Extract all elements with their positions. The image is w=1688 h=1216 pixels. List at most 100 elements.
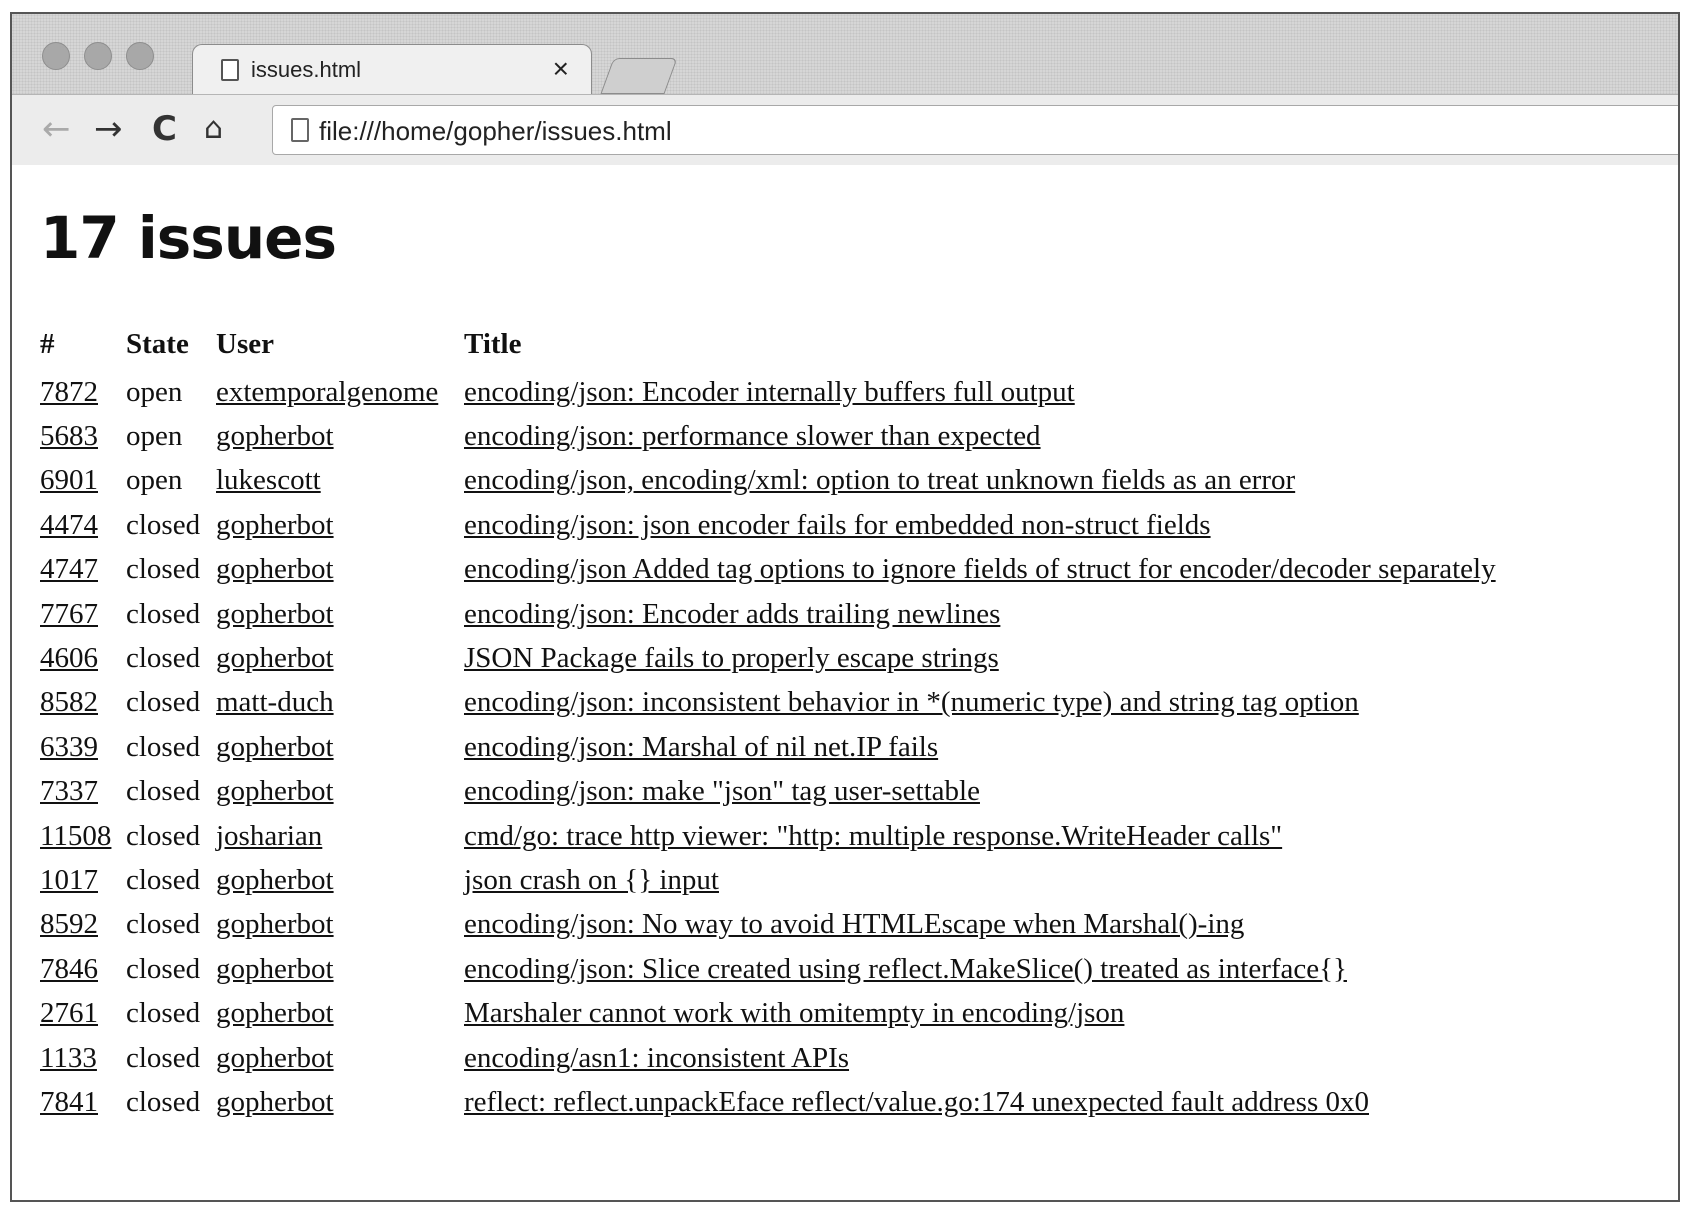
- issue-state: closed: [126, 597, 201, 630]
- table-cell: gopherbot: [216, 725, 464, 769]
- table-cell: encoding/json: inconsistent behavior in …: [464, 681, 1506, 725]
- issue-title-link[interactable]: Marshaler cannot work with omitempty in …: [464, 997, 1124, 1029]
- issue-user-link[interactable]: gopherbot: [216, 864, 334, 896]
- issue-user-link[interactable]: lukescott: [216, 464, 321, 496]
- table-cell: 7872: [40, 370, 126, 414]
- issue-user-link[interactable]: gopherbot: [216, 997, 334, 1029]
- table-cell: 1017: [40, 858, 126, 902]
- issue-number-link[interactable]: 7337: [40, 775, 98, 807]
- issue-number-link[interactable]: 8582: [40, 686, 98, 718]
- issue-title-link[interactable]: encoding/asn1: inconsistent APIs: [464, 1042, 849, 1074]
- new-tab-button[interactable]: [600, 58, 678, 94]
- issue-user-link[interactable]: gopherbot: [216, 775, 334, 807]
- table-cell: gopherbot: [216, 503, 464, 547]
- issue-user-link[interactable]: gopherbot: [216, 642, 334, 674]
- issue-title-link[interactable]: encoding/json: No way to avoid HTMLEscap…: [464, 908, 1244, 940]
- issue-user-link[interactable]: matt-duch: [216, 686, 334, 718]
- issue-title-link[interactable]: encoding/json, encoding/xml: option to t…: [464, 464, 1295, 496]
- issue-number-link[interactable]: 1017: [40, 864, 98, 896]
- issue-state: closed: [126, 642, 201, 675]
- table-cell: gopherbot: [216, 1080, 464, 1124]
- issue-user-link[interactable]: extemporalgenome: [216, 376, 438, 408]
- issue-title-link[interactable]: JSON Package fails to properly escape st…: [464, 642, 999, 674]
- table-cell: 2761: [40, 991, 126, 1035]
- home-icon[interactable]: ⌂: [204, 109, 223, 149]
- table-cell: 4747: [40, 548, 126, 592]
- table-row: 8582 closed matt-duch encoding/json: incons…: [40, 681, 1506, 725]
- issue-user-link[interactable]: josharian: [216, 820, 322, 852]
- forward-arrow-icon[interactable]: →: [94, 109, 123, 149]
- issue-state: closed: [126, 997, 201, 1030]
- table-cell: gopherbot: [216, 636, 464, 680]
- issue-state: closed: [126, 508, 201, 541]
- issue-title-link[interactable]: encoding/json Added tag options to ignor…: [464, 553, 1496, 585]
- issue-title-link[interactable]: encoding/json: Marshal of nil net.IP fai…: [464, 731, 938, 763]
- minimize-window-button[interactable]: [84, 42, 112, 70]
- table-header-row: # State User Title: [40, 324, 1506, 370]
- table-cell: open: [126, 414, 216, 458]
- issue-number-link[interactable]: 4747: [40, 553, 98, 585]
- table-cell: encoding/json: Marshal of nil net.IP fai…: [464, 725, 1506, 769]
- issue-number-link[interactable]: 1133: [40, 1042, 97, 1074]
- issue-title-link[interactable]: reflect: reflect.unpackEface reflect/val…: [464, 1086, 1369, 1118]
- issue-number-link[interactable]: 7846: [40, 953, 98, 985]
- browser-window: issues.html × ← → C ⌂ file:///home/gophe…: [10, 12, 1680, 1202]
- table-cell: 4474: [40, 503, 126, 547]
- issue-number-link[interactable]: 6339: [40, 731, 98, 763]
- issue-user-link[interactable]: gopherbot: [216, 908, 334, 940]
- url-text[interactable]: file:///home/gopher/issues.html: [319, 116, 672, 147]
- table-cell: encoding/json: Slice created using refle…: [464, 947, 1506, 991]
- issue-title-link[interactable]: encoding/json: Encoder internally buffer…: [464, 376, 1075, 408]
- address-bar[interactable]: file:///home/gopher/issues.html: [272, 105, 1678, 155]
- issue-state: closed: [126, 908, 201, 941]
- issue-number-link[interactable]: 5683: [40, 420, 98, 452]
- issue-number-link[interactable]: 4606: [40, 642, 98, 674]
- issue-state: open: [126, 375, 183, 408]
- issue-number-link[interactable]: 4474: [40, 509, 98, 541]
- issue-title-link[interactable]: json crash on {} input: [464, 864, 719, 896]
- issue-title-link[interactable]: cmd/go: trace http viewer: "http: multip…: [464, 820, 1282, 852]
- table-cell: closed: [126, 725, 216, 769]
- table-cell: open: [126, 459, 216, 503]
- issue-state: closed: [126, 730, 201, 763]
- close-window-button[interactable]: [42, 42, 70, 70]
- issue-number-link[interactable]: 7841: [40, 1086, 98, 1118]
- issue-user-link[interactable]: gopherbot: [216, 553, 334, 585]
- back-arrow-icon[interactable]: ←: [42, 109, 71, 149]
- table-cell: 7841: [40, 1080, 126, 1124]
- issue-number-link[interactable]: 2761: [40, 997, 98, 1029]
- issue-number-link[interactable]: 8592: [40, 908, 98, 940]
- document-icon: [221, 59, 239, 81]
- issue-number-link[interactable]: 6901: [40, 464, 98, 496]
- table-cell: 4606: [40, 636, 126, 680]
- issue-user-link[interactable]: gopherbot: [216, 509, 334, 541]
- issue-user-link[interactable]: gopherbot: [216, 953, 334, 985]
- table-row: 7841 closed gopherbot reflect: reflect.unpa…: [40, 1080, 1506, 1124]
- issue-title-link[interactable]: encoding/json: performance slower than e…: [464, 420, 1041, 452]
- issue-user-link[interactable]: gopherbot: [216, 1086, 334, 1118]
- issue-title-link[interactable]: encoding/json: Slice created using refle…: [464, 953, 1347, 985]
- issue-number-link[interactable]: 11508: [40, 820, 111, 852]
- issue-user-link[interactable]: gopherbot: [216, 598, 334, 630]
- issues-table-body: 7872 open extemporalgenome encoding/json: E…: [40, 370, 1506, 1125]
- table-cell: 6339: [40, 725, 126, 769]
- issue-title-link[interactable]: encoding/json: make "json" tag user-sett…: [464, 775, 980, 807]
- issue-title-link[interactable]: encoding/json: json encoder fails for em…: [464, 509, 1211, 541]
- issue-number-link[interactable]: 7872: [40, 376, 98, 408]
- table-cell: closed: [126, 858, 216, 902]
- issue-number-link[interactable]: 7767: [40, 598, 98, 630]
- issue-user-link[interactable]: gopherbot: [216, 1042, 334, 1074]
- issue-user-link[interactable]: gopherbot: [216, 420, 334, 452]
- issue-user-link[interactable]: gopherbot: [216, 731, 334, 763]
- table-cell: encoding/json: Encoder internally buffer…: [464, 370, 1506, 414]
- table-cell: gopherbot: [216, 947, 464, 991]
- issue-state: closed: [126, 952, 201, 985]
- browser-tab[interactable]: issues.html ×: [192, 44, 592, 94]
- issue-title-link[interactable]: encoding/json: inconsistent behavior in …: [464, 686, 1359, 718]
- issue-title-link[interactable]: encoding/json: Encoder adds trailing new…: [464, 598, 1000, 630]
- table-cell: JSON Package fails to properly escape st…: [464, 636, 1506, 680]
- table-row: 4474 closed gopherbot encoding/json: json e…: [40, 503, 1506, 547]
- reload-icon[interactable]: C: [152, 109, 177, 149]
- zoom-window-button[interactable]: [126, 42, 154, 70]
- tab-close-icon[interactable]: ×: [553, 53, 569, 85]
